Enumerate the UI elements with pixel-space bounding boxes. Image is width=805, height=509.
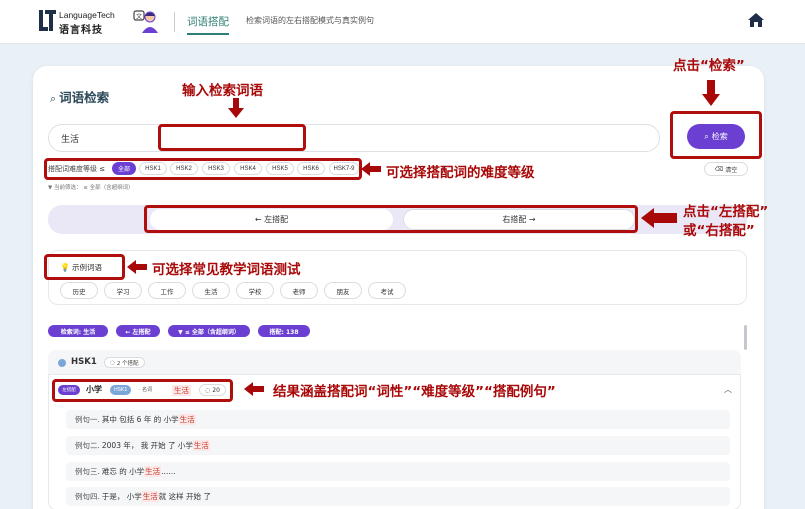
eraser-icon: ⌫: [714, 165, 724, 173]
annotation-input: 输入检索词语: [182, 83, 263, 99]
example-word-chip[interactable]: 老师: [280, 282, 318, 299]
example-sentence: 例句四. 于是， 小学 生活 就 这样 开始 了: [66, 487, 730, 506]
logo-text-en: LanguageTech: [59, 10, 115, 20]
annotation-click-search: 点击“检索”: [673, 58, 745, 74]
svg-text:文: 文: [136, 13, 142, 21]
search-section-title: ⌕ 词语检索: [50, 90, 110, 105]
example-word-chip[interactable]: 朋友: [324, 282, 362, 299]
arrow-left-icon: [244, 382, 264, 396]
annotation-box-results: [52, 379, 233, 402]
annotation-box-input: [158, 124, 306, 151]
top-bar: LanguageTech 语言科技 文 词语搭配 检索词语的左右搭配模式与真实例…: [0, 0, 805, 44]
result-tag-count: 搭配: 138: [258, 325, 310, 337]
example-word-chip[interactable]: 学校: [236, 282, 274, 299]
result-group-title: HSK1: [71, 357, 97, 367]
teacher-avatar-icon: 文: [133, 10, 158, 33]
annotation-direction-line2: 或“右搭配”: [683, 223, 755, 239]
example-sentence: 例句二. 2003 年， 我 开始 了 小学 生活: [66, 436, 730, 455]
collocation-count-badge: ◌ 2 个搭配: [104, 357, 145, 368]
annotation-box-direction: [144, 205, 638, 233]
annotation-box-search-button: [670, 111, 762, 159]
chevron-up-icon[interactable]: ︿: [724, 384, 732, 395]
home-icon[interactable]: [747, 11, 765, 29]
arrow-left-icon: [361, 162, 381, 176]
divider: [174, 12, 175, 32]
tab-collocation[interactable]: 词语搭配: [187, 14, 229, 35]
annotation-box-level: [44, 158, 362, 180]
arrow-left-icon: [641, 208, 677, 228]
annotation-results: 结果涵盖搭配词“词性”“难度等级”“搭配例句”: [273, 384, 556, 400]
result-tag-direction: ← 左搭配: [116, 325, 160, 337]
nav-description: 检索词语的左右搭配模式与真实例句: [246, 16, 374, 25]
clear-button[interactable]: ⌫ 清空: [704, 162, 748, 176]
arrow-down-icon: [702, 80, 720, 106]
result-group-header[interactable]: [48, 350, 741, 375]
annotation-level: 可选择搭配词的难度等级: [386, 165, 535, 181]
result-tag-level: ▼ ≤ 全部（含超纲词）: [168, 325, 250, 337]
search-icon: ⌕: [50, 92, 57, 105]
example-sentence: 例句三. 难忘 的 小学 生活 ......: [66, 462, 730, 481]
comment-icon: ◌: [110, 359, 115, 366]
result-tag-query: 检索词: 生活: [48, 325, 108, 337]
arrow-down-icon: [228, 98, 244, 118]
example-sentence: 例句一. 其中 包括 6 年 的 小学 生活: [66, 410, 730, 429]
current-filter-note: ▼ 当前筛选： ≤ 全部（含超纲词）: [48, 185, 134, 191]
annotation-examples: 可选择常见教学词语测试: [152, 262, 301, 278]
search-input[interactable]: [48, 124, 660, 152]
logo-icon: [39, 10, 56, 31]
example-word-chip[interactable]: 历史: [60, 282, 98, 299]
example-word-chip[interactable]: 考试: [368, 282, 406, 299]
example-word-chip[interactable]: 生活: [192, 282, 230, 299]
example-word-chip[interactable]: 学习: [104, 282, 142, 299]
annotation-direction-line1: 点击“左搭配”: [683, 204, 769, 220]
logo-text-cn: 语言科技: [59, 25, 103, 36]
annotation-box-examples: [44, 254, 125, 280]
level-dot: [58, 359, 66, 367]
scrollbar[interactable]: [744, 325, 747, 350]
arrow-left-icon: [127, 260, 147, 274]
example-word-chip[interactable]: 工作: [148, 282, 186, 299]
